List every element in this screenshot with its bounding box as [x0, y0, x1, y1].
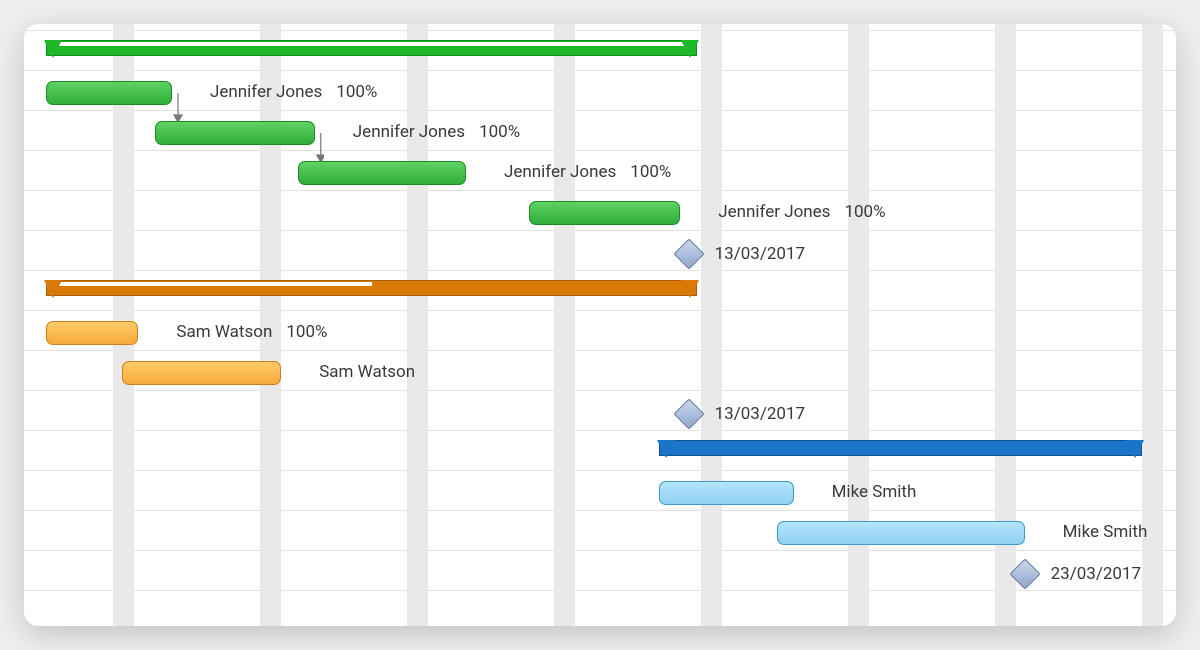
gantt-chart: Jennifer Jones100%Jennifer Jones100%Jenn… [24, 24, 1176, 626]
milestone-diamond[interactable] [673, 238, 704, 269]
milestone-label: 13/03/2017 [715, 404, 805, 424]
assignee: Jennifer Jones [353, 122, 465, 142]
assignee: Mike Smith [832, 482, 917, 502]
milestone-diamond[interactable] [673, 398, 704, 429]
task-label: Sam Watson [319, 362, 415, 382]
assignee: Sam Watson [176, 322, 272, 342]
milestone-label: 23/03/2017 [1051, 564, 1141, 584]
task-bar[interactable] [46, 81, 172, 105]
progress-pct: 100% [479, 122, 520, 142]
milestone-diamond[interactable] [1009, 558, 1040, 589]
assignee: Jennifer Jones [504, 162, 616, 182]
progress-pct: 100% [630, 162, 671, 182]
task-label: Mike Smith [1063, 522, 1148, 542]
task-bar[interactable] [298, 161, 466, 185]
progress-pct: 100% [336, 82, 377, 102]
summary-bar[interactable] [46, 280, 697, 298]
summary-bar[interactable] [659, 440, 1142, 458]
task-bar[interactable] [659, 481, 793, 505]
task-bar[interactable] [46, 321, 138, 345]
chart-rows: Jennifer Jones100%Jennifer Jones100%Jenn… [24, 24, 1176, 626]
task-bar[interactable] [155, 121, 315, 145]
progress-pct: 100% [286, 322, 327, 342]
task-label: Jennifer Jones 100% [504, 162, 671, 182]
summary-bar[interactable] [46, 40, 697, 58]
progress-pct: 100% [844, 202, 885, 222]
task-label: Mike Smith [832, 482, 917, 502]
task-label: Jennifer Jones 100% [210, 82, 377, 102]
assignee: Sam Watson [319, 362, 415, 382]
assignee: Jennifer Jones [718, 202, 830, 222]
task-bar[interactable] [777, 521, 1025, 545]
task-bar[interactable] [529, 201, 680, 225]
task-label: Jennifer Jones 100% [353, 122, 520, 142]
assignee: Mike Smith [1063, 522, 1148, 542]
task-label: Jennifer Jones 100% [718, 202, 885, 222]
task-label: Sam Watson 100% [176, 322, 327, 342]
task-bar[interactable] [122, 361, 282, 385]
milestone-label: 13/03/2017 [715, 244, 805, 264]
assignee: Jennifer Jones [210, 82, 322, 102]
